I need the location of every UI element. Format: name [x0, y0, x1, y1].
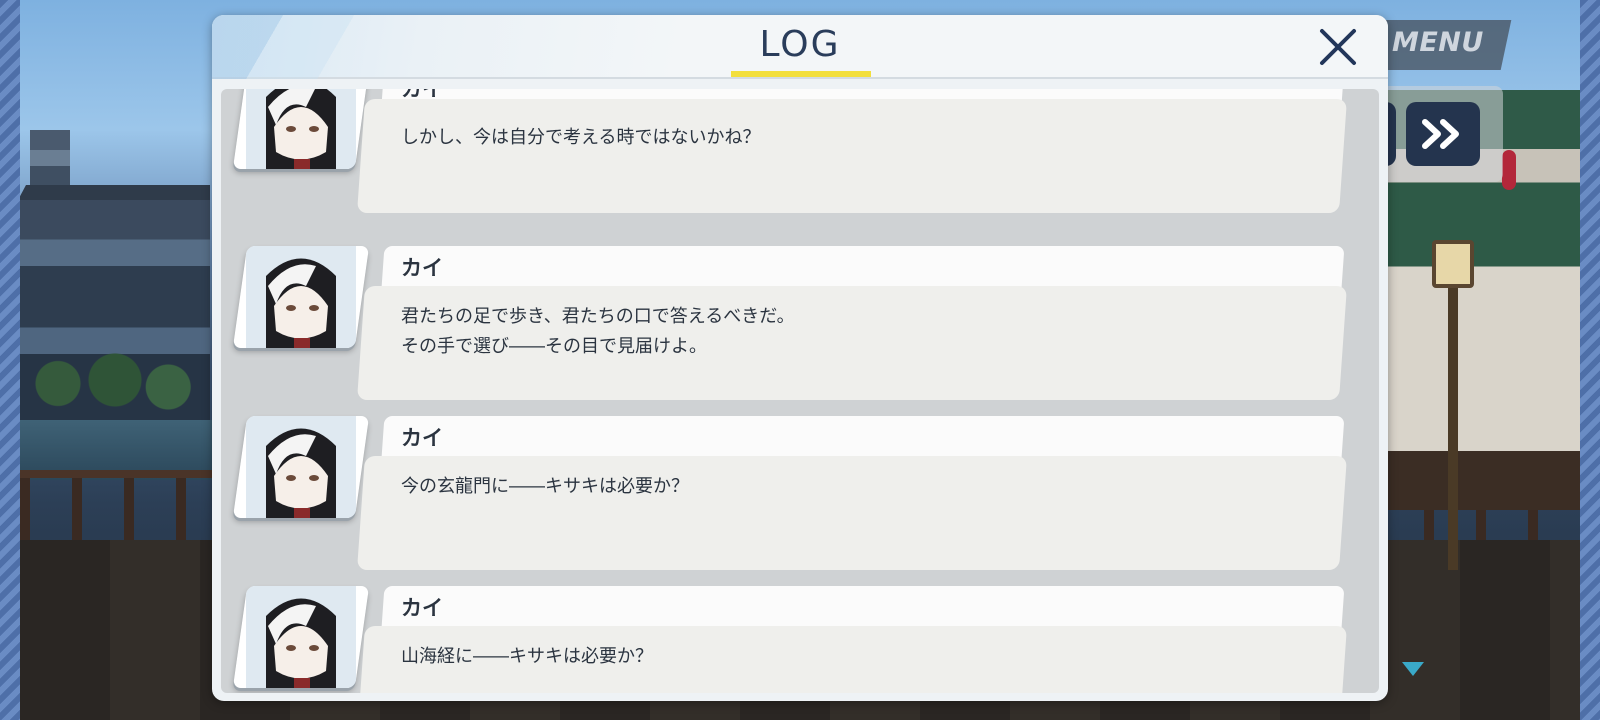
log-header: LOG [212, 15, 1388, 79]
menu-label: MENU [1392, 27, 1484, 58]
close-icon [1320, 29, 1356, 65]
message-line: 君たちの足で歩き、君たちの口で答えるべきだ。 [401, 306, 795, 327]
skip-button[interactable] [1406, 102, 1480, 166]
log-entry: カイ 山海経に――キサキは必要か？ [221, 586, 1379, 693]
message-line: その手で選び――その目で見届けよ。 [401, 336, 707, 357]
character-avatar [232, 246, 370, 348]
red-lantern [1502, 150, 1516, 190]
header-decoration [212, 15, 412, 79]
log-entry: カイ 君たちの足で歩き、君たちの口で答えるべきだ。 その手で選び――その目で見届… [221, 246, 1379, 406]
triangle-down-icon [1402, 662, 1424, 676]
character-portrait-icon [246, 586, 356, 688]
log-window: LOG カイ しかし、今は自分で考える時ではないかね？ カイ 君たちの足で歩き、… [212, 15, 1388, 701]
trees [20, 345, 210, 415]
close-button[interactable] [1314, 23, 1362, 71]
speaker-name: カイ [401, 256, 443, 280]
speaker-name-bar [381, 246, 1345, 288]
log-title: LOG [759, 24, 841, 65]
log-list[interactable]: カイ しかし、今は自分で考える時ではないかね？ カイ 君たちの足で歩き、君たちの… [221, 89, 1379, 693]
right-border-stripe [1580, 0, 1600, 720]
stone-lantern [1432, 240, 1474, 288]
log-entry: カイ しかし、今は自分で考える時ではないかね？ [221, 89, 1379, 239]
left-border-stripe [0, 0, 20, 720]
character-avatar [232, 416, 370, 518]
character-portrait-icon [246, 246, 356, 348]
fast-forward-icon [1422, 119, 1459, 149]
character-portrait-icon [246, 416, 356, 518]
lantern-post [1448, 240, 1458, 570]
speaker-name: カイ [401, 596, 443, 620]
speaker-name: カイ [401, 426, 443, 450]
character-avatar [232, 89, 370, 169]
log-entry: カイ 今の玄龍門に――キサキは必要か？ [221, 416, 1379, 576]
character-portrait-icon [246, 89, 356, 169]
message-line: 山海経に――キサキは必要か？ [401, 646, 653, 667]
speaker-name-bar [381, 586, 1345, 628]
speaker-name-bar [381, 416, 1345, 458]
message-line: しかし、今は自分で考える時ではないかね？ [401, 127, 761, 148]
character-avatar [232, 586, 370, 688]
title-underline [731, 71, 871, 77]
message-bubble [357, 99, 1347, 213]
message-line: 今の玄龍門に――キサキは必要か？ [401, 476, 689, 497]
